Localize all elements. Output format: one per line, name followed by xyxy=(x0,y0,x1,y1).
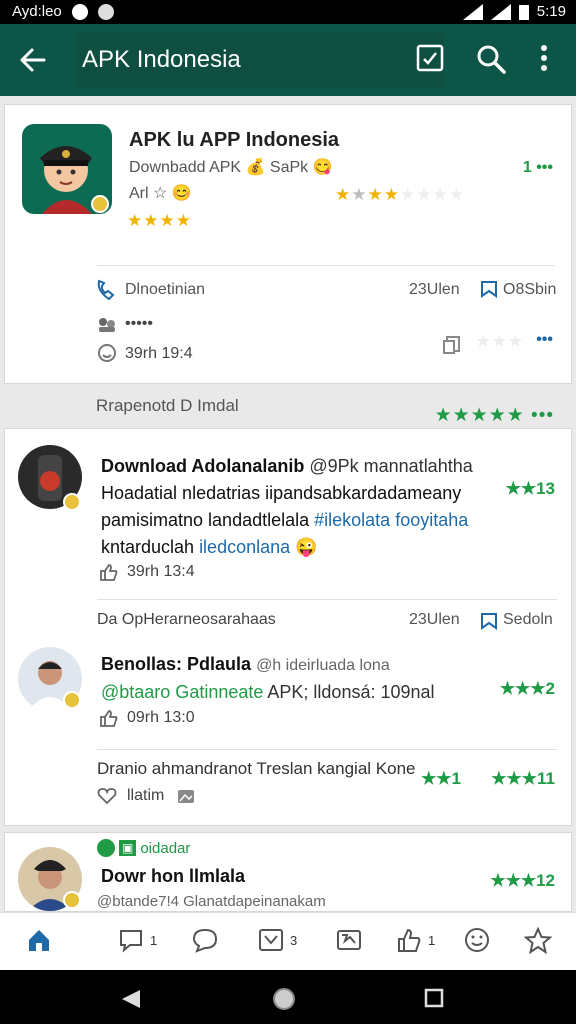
status-bar: Ayd:leo 5:19 xyxy=(0,0,576,24)
more-dots[interactable]: ••• xyxy=(536,331,553,349)
reply-text: Dranio ahmandranot Treslan kangial Kone xyxy=(97,759,416,778)
bookmark-icon[interactable] xyxy=(479,279,499,299)
reply-score-b: ★★★11 xyxy=(491,769,555,788)
post-card: ▣ oidadar Dowr hon llmlala @btande7!4 Gl… xyxy=(4,832,572,912)
like-count: 1 xyxy=(428,932,436,948)
clock: 5:19 xyxy=(536,3,566,20)
emoji: 😜 xyxy=(295,537,318,557)
bottom-navigation: 1 3 1 xyxy=(0,912,576,970)
more-vert-icon[interactable] xyxy=(540,44,548,72)
thread-action[interactable]: Sedoln xyxy=(503,611,553,629)
share-count: 3 xyxy=(290,932,298,948)
post-line: kntarduclah xyxy=(101,537,200,557)
row-label[interactable]: Dlnoetinian xyxy=(125,281,205,299)
post-body: Benollas: Pdlaula @h ideirluada lona @bt… xyxy=(101,651,501,706)
divider xyxy=(97,599,557,600)
reply-label[interactable]: llatim xyxy=(127,787,164,805)
post-time: 39rh 13:4 xyxy=(127,563,195,580)
app-icon[interactable] xyxy=(22,124,112,214)
rating-bar: ★★★★★★★★ xyxy=(335,185,465,204)
section-stars: ★★★★★ ••• xyxy=(434,405,554,426)
photo-icon[interactable] xyxy=(336,927,362,953)
mention-link[interactable]: @btaaro Gatinneate xyxy=(101,682,263,702)
divider xyxy=(97,749,557,750)
comment-count: 1 xyxy=(150,932,158,948)
app-more[interactable]: 1 ••• xyxy=(523,159,553,177)
post-handle[interactable]: @h ideirluada lona xyxy=(256,657,390,674)
posts-card: Download Adolanalanib @9Pk mannatlahtha … xyxy=(4,428,572,826)
image-icon xyxy=(177,787,195,805)
post-time: 09rh 13:0 xyxy=(127,709,195,726)
post-score: ★★★2 xyxy=(499,679,555,698)
app-meta: Arl ☆ 😊 xyxy=(129,185,192,202)
post-author[interactable]: Dowr hon llmlala xyxy=(101,863,491,890)
thread-subheader: Da OpHerarneosarahaas xyxy=(97,611,276,628)
battery-icon xyxy=(518,4,529,20)
copy-icon[interactable] xyxy=(443,335,461,355)
users-icon xyxy=(97,317,117,333)
page-title: APK Indonesia xyxy=(82,46,241,73)
section-label: Rrapenotd D Imdal xyxy=(96,396,239,415)
checkbox-icon[interactable] xyxy=(416,44,444,72)
like-icon[interactable] xyxy=(99,709,119,727)
row-date: 23Ulen xyxy=(409,281,460,298)
post-handle[interactable]: @9Pk mannatlahtha xyxy=(309,456,472,476)
nav-back-icon[interactable] xyxy=(120,988,142,1010)
post-line: Hoadatial nledatrias iipandsabkardadamea… xyxy=(101,483,462,503)
signal-icon xyxy=(490,3,511,20)
verified-badge xyxy=(63,493,81,511)
wifi-icon xyxy=(462,3,483,20)
post-line: APK; lldonsá: 109nal xyxy=(263,682,435,702)
emoji-icon[interactable] xyxy=(464,927,490,953)
hashtag-link[interactable]: #ilekolata fooyitaha xyxy=(314,510,468,530)
verified-badge xyxy=(63,691,81,709)
phone-icon xyxy=(95,279,115,301)
app-bar: APK Indonesia xyxy=(0,24,576,96)
post-body: Download Adolanalanib @9Pk mannatlahtha … xyxy=(101,453,491,561)
search-icon[interactable] xyxy=(476,44,506,74)
app-card[interactable]: APK lu APP Indonesia Downbadd APK 💰 SaPk… xyxy=(4,104,572,384)
cast-icon xyxy=(97,3,114,20)
post-score: ★★13 xyxy=(505,479,555,498)
verified-badge xyxy=(63,891,81,909)
back-arrow-icon[interactable] xyxy=(18,46,48,74)
notification-icon xyxy=(71,3,88,20)
nav-home-icon[interactable] xyxy=(272,987,296,1011)
post-author[interactable]: Download Adolanalanib xyxy=(101,456,304,476)
post-author[interactable]: Benollas: Pdlaula xyxy=(101,654,251,674)
app-rating-stars: ★★★★ xyxy=(127,211,192,230)
faded-stars: ★★★ xyxy=(475,331,524,351)
star-icon[interactable] xyxy=(524,927,552,955)
system-navigation-bar xyxy=(0,970,576,1024)
share-icon[interactable]: 3 xyxy=(258,927,297,953)
post-score: ★★★12 xyxy=(490,871,555,890)
post-line: pamisimatno landadtlelala xyxy=(101,510,315,530)
smile-icon xyxy=(97,343,117,363)
mention-link[interactable]: iledconlana xyxy=(199,537,290,557)
app-subtitle: Downbadd APK 💰 SaPk 😋 xyxy=(129,159,333,176)
bookmark-icon[interactable] xyxy=(479,611,499,631)
post-time: 39rh 19:4 xyxy=(125,345,193,362)
divider xyxy=(97,265,555,266)
thumbs-up-icon[interactable]: 1 xyxy=(396,927,435,953)
group-name[interactable]: oidadar xyxy=(140,840,190,857)
comment-icon[interactable]: 1 xyxy=(118,927,157,953)
row-action[interactable]: O8Sbin xyxy=(503,281,556,299)
post-handle[interactable]: @btande7!4 Glanatdapeinanakam xyxy=(97,893,326,910)
home-icon[interactable] xyxy=(26,927,52,953)
app-title: APK lu APP Indonesia xyxy=(129,129,340,151)
thread-date: 23Ulen xyxy=(409,611,460,628)
nav-recents-icon[interactable] xyxy=(424,988,444,1008)
chat-bubble-icon[interactable] xyxy=(192,927,218,953)
heart-icon[interactable] xyxy=(97,787,117,805)
status-text: Ayd:leo xyxy=(12,3,62,20)
like-icon[interactable] xyxy=(99,563,119,581)
dots-text: ••••• xyxy=(125,315,154,332)
group-badge: ▣ oidadar xyxy=(97,839,190,857)
reply-score-a: ★★1 xyxy=(421,769,461,788)
